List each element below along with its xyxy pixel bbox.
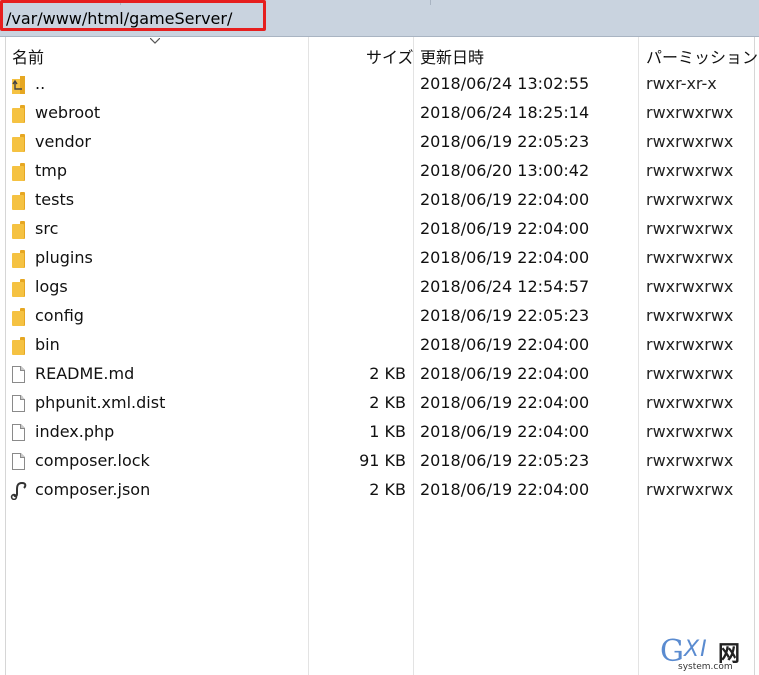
file-name: tmp — [35, 161, 68, 180]
file-modified: 2018/06/19 22:04:00 — [420, 190, 590, 209]
file-permissions: rwxrwxrwx — [646, 335, 734, 354]
column-header-modified[interactable]: 更新日時 — [420, 44, 484, 68]
column-header: 名前 サイズ 更新日時 パーミッション — [0, 37, 759, 69]
column-header-size[interactable]: サイズ — [366, 44, 414, 68]
file-list[interactable]: 名前 サイズ 更新日時 パーミッション .. 2018/06/24 13:02:5… — [0, 37, 759, 675]
file-name: tests — [35, 190, 75, 209]
file-modified: 2018/06/24 13:02:55 — [420, 74, 590, 93]
folder-icon — [12, 105, 26, 123]
file-modified: 2018/06/19 22:05:23 — [420, 132, 590, 151]
folder-icon — [12, 279, 26, 297]
file-permissions: rwxrwxrwx — [646, 248, 734, 267]
file-icon — [12, 453, 26, 471]
file-modified: 2018/06/19 22:04:00 — [420, 335, 590, 354]
file-row[interactable]: logs 2018/06/24 12:54:57 rwxrwxrwx — [6, 274, 754, 303]
file-row[interactable]: composer.json 2 KB 2018/06/19 22:04:00 rwxr… — [6, 477, 754, 506]
file-row[interactable]: phpunit.xml.dist 2 KB 2018/06/19 22:04:00 r… — [6, 390, 754, 419]
folder-icon — [12, 308, 26, 326]
file-name: bin — [35, 335, 60, 354]
file-icon — [12, 424, 26, 442]
file-permissions: rwxrwxrwx — [646, 364, 734, 383]
path-bar[interactable]: /var/www/html/gameServer/ — [0, 0, 759, 37]
file-name: webroot — [35, 103, 101, 122]
file-size: 2 KB — [369, 480, 406, 499]
watermark-domain: system.com — [678, 662, 733, 672]
parent-dir-icon — [12, 76, 25, 94]
file-name: config — [35, 306, 84, 325]
file-modified: 2018/06/19 22:04:00 — [420, 219, 590, 238]
file-name: README.md — [35, 364, 135, 383]
folder-icon — [12, 192, 26, 210]
file-modified: 2018/06/19 22:04:00 — [420, 393, 590, 412]
folder-icon — [12, 134, 26, 152]
column-header-permissions[interactable]: パーミッション — [646, 44, 758, 68]
file-name: src — [35, 219, 59, 238]
divider — [430, 0, 431, 5]
file-permissions: rwxrwxrwx — [646, 480, 734, 499]
file-row[interactable]: config 2018/06/19 22:05:23 rwxrwxrwx — [6, 303, 754, 332]
file-modified: 2018/06/20 13:00:42 — [420, 161, 590, 180]
file-permissions: rwxrwxrwx — [646, 103, 734, 122]
file-row[interactable]: tests 2018/06/19 22:04:00 rwxrwxrwx — [6, 187, 754, 216]
file-permissions: rwxrwxrwx — [646, 393, 734, 412]
file-name: plugins — [35, 248, 93, 267]
folder-icon — [12, 250, 26, 268]
file-permissions: rwxrwxrwx — [646, 306, 734, 325]
sort-descending-icon — [150, 38, 160, 44]
file-row[interactable]: webroot 2018/06/24 18:25:14 rwxrwxrwx — [6, 100, 754, 129]
file-icon — [12, 366, 26, 384]
file-permissions: rwxrwxrwx — [646, 277, 734, 296]
file-permissions: rwxrwxrwx — [646, 422, 734, 441]
list-border — [754, 37, 755, 675]
file-permissions: rwxr-xr-x — [646, 74, 717, 93]
file-modified: 2018/06/19 22:05:23 — [420, 451, 590, 470]
file-row[interactable]: index.php 1 KB 2018/06/19 22:04:00 rwxrwxrw… — [6, 419, 754, 448]
file-modified: 2018/06/19 22:04:00 — [420, 248, 590, 267]
file-permissions: rwxrwxrwx — [646, 190, 734, 209]
current-path[interactable]: /var/www/html/gameServer/ — [6, 9, 232, 28]
file-modified: 2018/06/19 22:04:00 — [420, 422, 590, 441]
file-modified: 2018/06/19 22:04:00 — [420, 480, 590, 499]
file-modified: 2018/06/24 12:54:57 — [420, 277, 590, 296]
file-row[interactable]: src 2018/06/19 22:04:00 rwxrwxrwx — [6, 216, 754, 245]
folder-icon — [12, 163, 26, 181]
folder-icon — [12, 221, 26, 239]
json-file-icon — [10, 482, 27, 500]
file-permissions: rwxrwxrwx — [646, 219, 734, 238]
file-modified: 2018/06/19 22:04:00 — [420, 364, 590, 383]
column-header-name[interactable]: 名前 — [12, 44, 44, 68]
file-icon — [12, 395, 26, 413]
file-row[interactable]: composer.lock 91 KB 2018/06/19 22:05:23 rwx… — [6, 448, 754, 477]
file-name: logs — [35, 277, 68, 296]
file-name: vendor — [35, 132, 91, 151]
file-permissions: rwxrwxrwx — [646, 161, 734, 180]
file-name: index.php — [35, 422, 115, 441]
file-row[interactable]: README.md 2 KB 2018/06/19 22:04:00 rwxrwxrw… — [6, 361, 754, 390]
file-name: composer.lock — [35, 451, 150, 470]
file-row[interactable]: plugins 2018/06/19 22:04:00 rwxrwxrwx — [6, 245, 754, 274]
file-row[interactable]: .. 2018/06/24 13:02:55 rwxr-xr-x — [6, 71, 754, 100]
file-size: 91 KB — [359, 451, 406, 470]
watermark-letters: XI — [684, 637, 708, 662]
folder-icon — [12, 337, 26, 355]
file-row[interactable]: vendor 2018/06/19 22:05:23 rwxrwxrwx — [6, 129, 754, 158]
file-modified: 2018/06/19 22:05:23 — [420, 306, 590, 325]
watermark-logo: G XI 网 system.com — [660, 632, 755, 672]
file-size: 2 KB — [369, 364, 406, 383]
file-permissions: rwxrwxrwx — [646, 451, 734, 470]
file-modified: 2018/06/24 18:25:14 — [420, 103, 590, 122]
file-row[interactable]: tmp 2018/06/20 13:00:42 rwxrwxrwx — [6, 158, 754, 187]
file-permissions: rwxrwxrwx — [646, 132, 734, 151]
file-name: .. — [35, 74, 46, 93]
file-size: 1 KB — [369, 422, 406, 441]
file-row[interactable]: bin 2018/06/19 22:04:00 rwxrwxrwx — [6, 332, 754, 361]
file-name: phpunit.xml.dist — [35, 393, 166, 412]
file-size: 2 KB — [369, 393, 406, 412]
file-name: composer.json — [35, 480, 151, 499]
